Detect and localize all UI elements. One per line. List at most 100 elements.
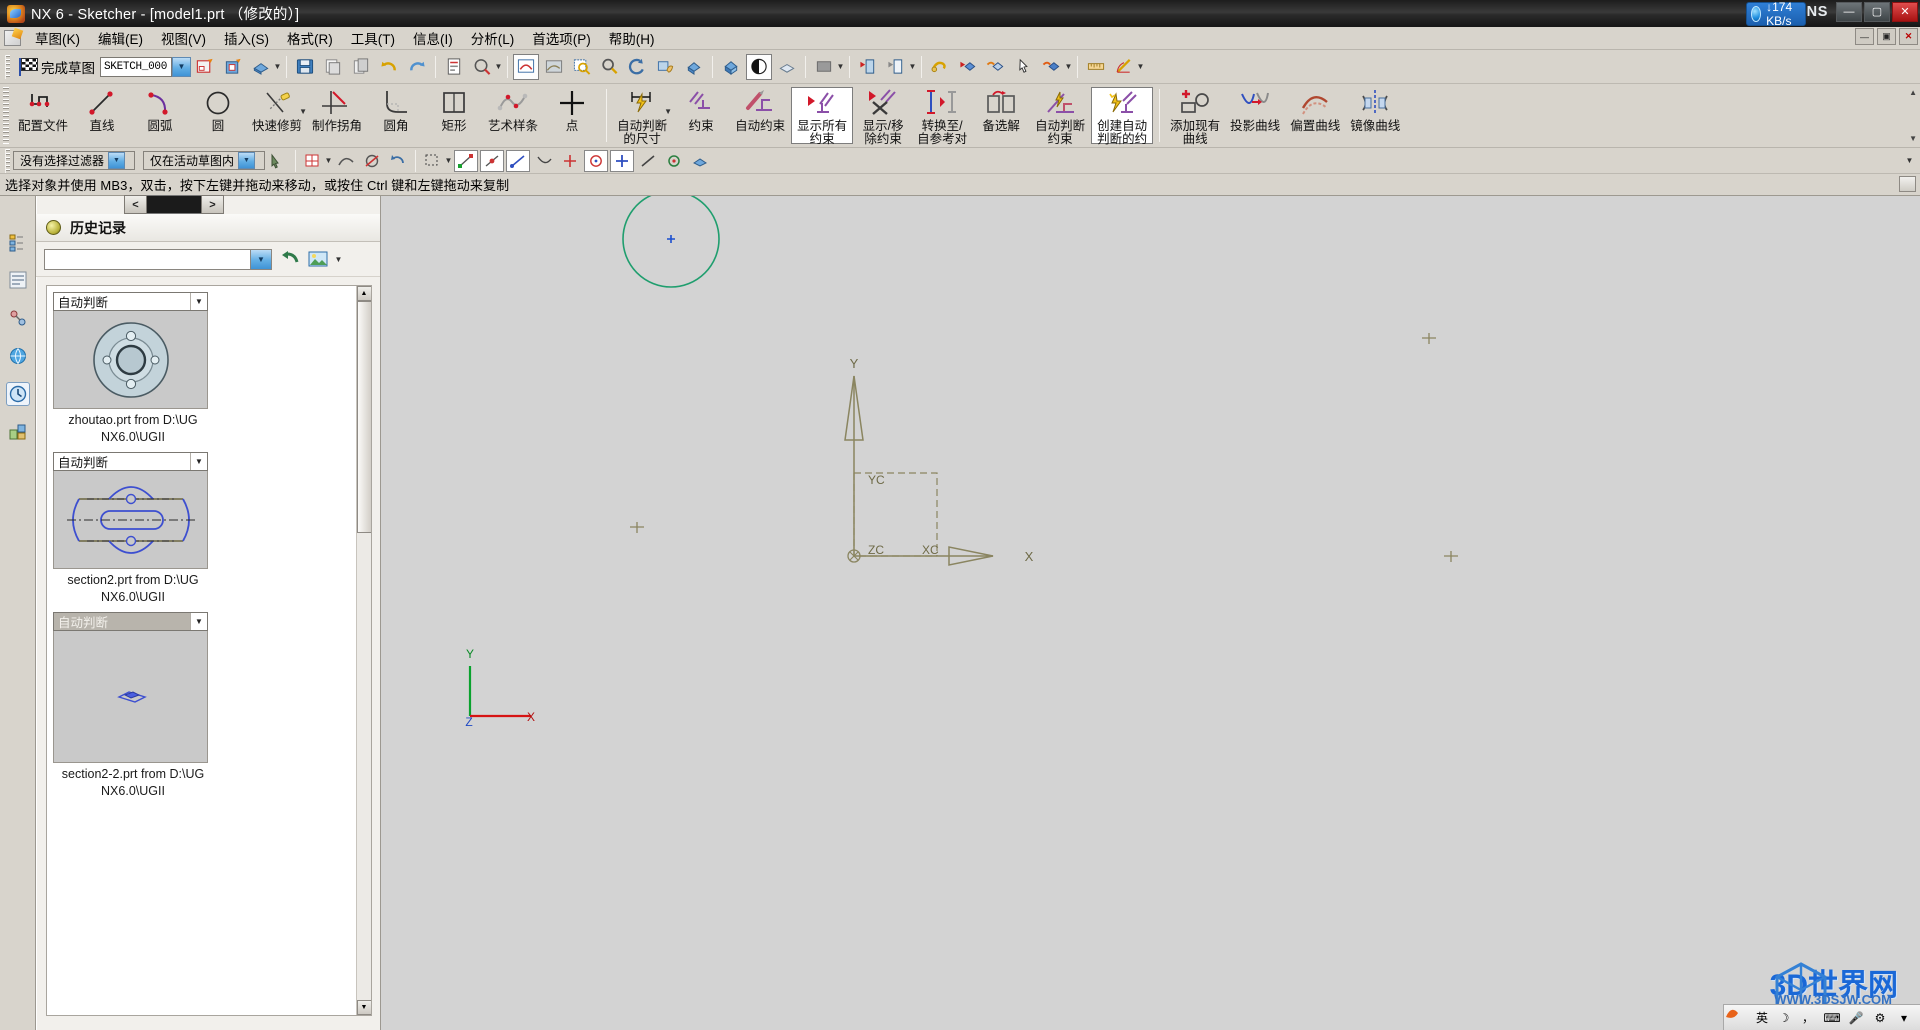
list-item[interactable]: 自动判断 ▼ section2-2.prt from D:\UG NX6.0\U…: [53, 612, 208, 800]
back-arrow-icon[interactable]: [278, 249, 300, 269]
ime-moon-icon[interactable]: ☽: [1776, 1010, 1792, 1026]
inferred-dimension-dropdown[interactable]: ▼: [664, 107, 672, 116]
list-item[interactable]: 自动判断 ▼ section2.prt from D:\UG NX6.0\UGI…: [53, 452, 208, 606]
snap-point-on-curve-icon[interactable]: [636, 150, 660, 172]
history-entry-mode-dropdown[interactable]: ▼: [190, 293, 207, 310]
scroll-track[interactable]: [356, 301, 371, 1000]
ribbon-show-remove-constraints[interactable]: 显示/移 除约束: [854, 84, 912, 147]
snap-point-on-face-icon[interactable]: [662, 150, 686, 172]
orient-view-dropdown[interactable]: ▼: [273, 62, 282, 71]
snap-endpoint-icon[interactable]: [454, 149, 478, 172]
ribbon-scroll-down[interactable]: ▼: [1909, 134, 1917, 143]
zoom-window-icon[interactable]: [569, 54, 595, 80]
sketch-name-dropdown[interactable]: ▼: [172, 56, 191, 77]
menu-insert[interactable]: 插入(S): [215, 25, 278, 51]
ribbon-convert-reference[interactable]: 转换至/ 自参考对: [912, 84, 972, 147]
snap-intersection-icon[interactable]: [532, 150, 556, 172]
ribbon-mirror-curve[interactable]: 镜像曲线: [1345, 84, 1405, 147]
snap-control-point-icon[interactable]: [506, 149, 530, 172]
wcs-dynamic-icon[interactable]: [955, 54, 981, 80]
ribbon-rectangle[interactable]: 矩形: [425, 84, 483, 147]
snap-enable-icon[interactable]: [421, 150, 445, 172]
ribbon-infer-constraints[interactable]: 自动判断 约束: [1030, 84, 1090, 147]
sketch-graphics[interactable]: Y X YC ZC XC Y X Z: [381, 196, 1920, 1030]
orient-cube-icon[interactable]: [718, 54, 744, 80]
ribbon-scroll-up[interactable]: ▲: [1909, 88, 1917, 97]
snap-midpoint-icon[interactable]: [480, 149, 504, 172]
selection-filter-dropdown[interactable]: ▼: [108, 152, 126, 169]
perspective-icon[interactable]: [681, 54, 707, 80]
circle-center-point[interactable]: [667, 235, 675, 243]
network-speed-badge[interactable]: ↓174 KB/s: [1745, 0, 1806, 28]
ime-keyboard-icon[interactable]: ⌨: [1823, 1010, 1840, 1026]
color-dropdown[interactable]: ▼: [836, 62, 845, 71]
finish-sketch-icon[interactable]: [16, 57, 38, 77]
ime-tools-icon[interactable]: ⚙: [1872, 1010, 1888, 1026]
history-search-input[interactable]: [45, 250, 250, 269]
measure-dropdown[interactable]: ▼: [494, 62, 503, 71]
shaded-icon[interactable]: [746, 53, 772, 80]
fit-icon[interactable]: [513, 53, 539, 80]
ime-l[interactable]: 英: [1756, 1009, 1768, 1026]
thumbnail-view-icon[interactable]: [306, 249, 330, 270]
ribbon-line[interactable]: 直线: [73, 84, 131, 147]
scroll-up-button[interactable]: ▲: [356, 286, 371, 301]
wcs-orient-icon[interactable]: [1039, 54, 1065, 80]
ribbon-project-curve[interactable]: 投影曲线: [1225, 84, 1285, 147]
part-navigator-icon[interactable]: [6, 268, 30, 292]
menu-tools[interactable]: 工具(T): [342, 25, 404, 51]
web-browser-icon[interactable]: [6, 344, 30, 368]
doc-close-button[interactable]: ✕: [1899, 28, 1918, 45]
doc-minimize-button[interactable]: —: [1855, 28, 1874, 45]
wcs-select-icon[interactable]: [1011, 54, 1037, 80]
menu-view[interactable]: 视图(V): [152, 25, 215, 51]
info-icon[interactable]: [441, 54, 467, 80]
layer-visible-icon[interactable]: [855, 54, 881, 80]
ime-logo-icon[interactable]: [1725, 1009, 1748, 1026]
menu-edit[interactable]: 编辑(E): [89, 25, 152, 51]
orient-view-icon[interactable]: [248, 54, 274, 80]
menu-help[interactable]: 帮助(H): [600, 25, 664, 51]
ime-settings-icon[interactable]: ▾: [1896, 1010, 1912, 1026]
ribbon-point[interactable]: 点: [543, 84, 601, 147]
scroll-thumb[interactable]: [356, 301, 371, 533]
history-search-combo[interactable]: ▼: [44, 248, 272, 270]
history-scrollbar[interactable]: ▲ ▼: [356, 286, 371, 1015]
constraint-navigator-icon[interactable]: [6, 306, 30, 330]
maximize-button[interactable]: ▢: [1864, 2, 1890, 22]
snap-point-icon[interactable]: [301, 150, 325, 172]
selection-filter-combo[interactable]: 没有选择过滤器 ▼: [13, 151, 135, 170]
redo-icon[interactable]: [404, 54, 430, 80]
ribbon-quick-trim[interactable]: 快速修剪 ▼: [247, 84, 307, 147]
minimize-button[interactable]: —: [1836, 2, 1862, 22]
history-entry-mode-combo[interactable]: 自动判断 ▼: [53, 612, 208, 631]
ribbon-inferred-dimension[interactable]: 自动判断 的尺寸 ▼: [612, 84, 672, 147]
pan-icon[interactable]: [653, 54, 679, 80]
zoom-icon[interactable]: [597, 54, 623, 80]
selection-general-icon[interactable]: [266, 150, 290, 172]
history-entry-thumbnail[interactable]: [53, 471, 208, 569]
menu-sketch[interactable]: 草图(K): [26, 25, 89, 51]
reuse-library-icon[interactable]: [6, 420, 30, 444]
selbar-overflow[interactable]: ▼: [1905, 156, 1914, 165]
menu-format[interactable]: 格式(R): [278, 25, 342, 51]
datum-point-left[interactable]: [630, 522, 644, 533]
menu-information[interactable]: 信息(I): [404, 25, 462, 51]
reattach-icon[interactable]: [192, 54, 218, 80]
wcs-origin-icon[interactable]: [983, 54, 1009, 80]
cut-icon[interactable]: [320, 54, 346, 80]
move-object-icon[interactable]: [927, 54, 953, 80]
ribbon-create-inferred-constraints[interactable]: 创建自动 判断的约: [1091, 87, 1154, 146]
scale-dropdown[interactable]: ▼: [1136, 62, 1145, 71]
history-entry-mode-dropdown[interactable]: ▼: [190, 453, 207, 470]
close-button[interactable]: ✕: [1892, 2, 1918, 22]
ribbon-alternate-solution[interactable]: 备选解: [972, 84, 1030, 147]
measure-icon[interactable]: [469, 54, 495, 80]
undo-icon[interactable]: [376, 54, 402, 80]
menu-preferences[interactable]: 首选项(P): [523, 25, 600, 51]
history-icon[interactable]: [5, 382, 30, 406]
copy-icon[interactable]: [348, 54, 374, 80]
history-entry-mode-combo[interactable]: 自动判断 ▼: [53, 452, 208, 471]
ribbon-make-corner[interactable]: 制作拐角: [307, 84, 367, 147]
datum-point-lower-right[interactable]: [1444, 551, 1458, 562]
